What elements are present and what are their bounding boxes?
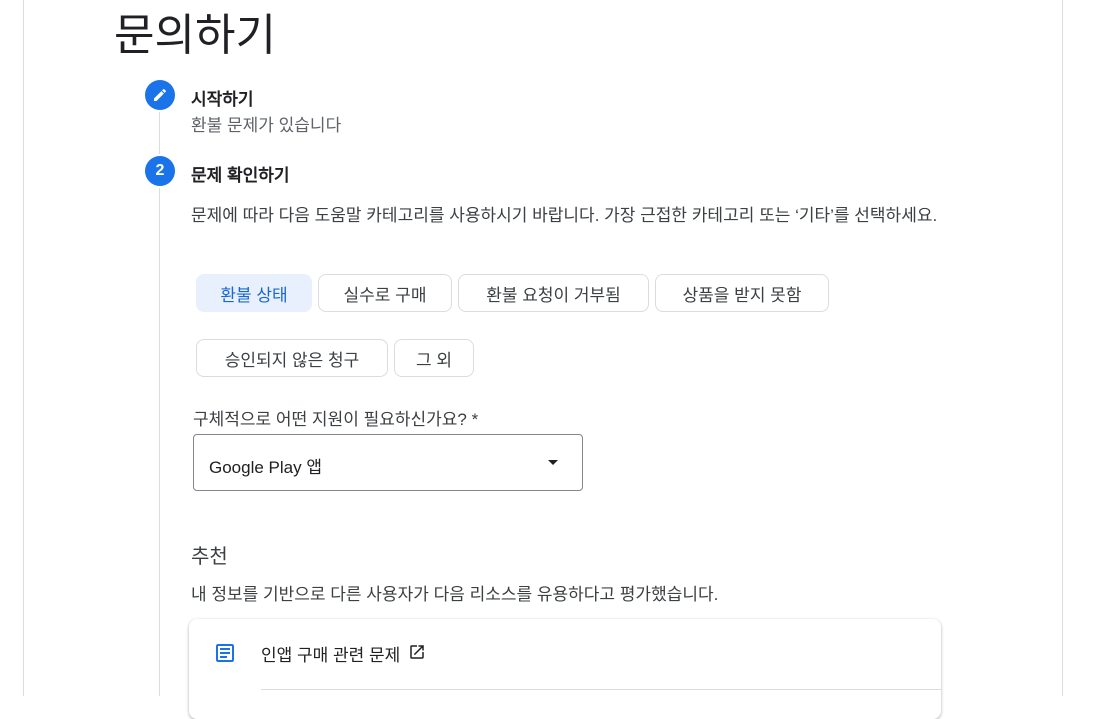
step-2-number-badge: 2 <box>145 156 175 186</box>
page-frame-left-border <box>23 0 24 696</box>
page-title: 문의하기 <box>114 11 276 60</box>
support-type-select[interactable]: Google Play 앱 <box>193 434 583 491</box>
category-chip-refund-denied[interactable]: 환불 요청이 거부됨 <box>458 274 649 312</box>
recommendation-link-in-app-purchase[interactable]: 인앱 구매 관련 문제 <box>189 619 941 689</box>
category-chip-other[interactable]: 그 외 <box>394 339 474 377</box>
support-select-value: Google Play 앱 <box>209 458 322 477</box>
recommendations-heading: 추천 <box>191 546 228 568</box>
recommendations-card: 인앱 구매 관련 문제 <box>189 619 941 719</box>
category-chip-item-not-received[interactable]: 상품을 받지 못함 <box>655 274 829 312</box>
category-chip-refund-status[interactable]: 환불 상태 <box>196 274 312 312</box>
recommendation-title: 인앱 구매 관련 문제 <box>261 646 401 665</box>
category-chip-unauthorized-charge[interactable]: 승인되지 않은 청구 <box>196 339 388 377</box>
step-1-completed-badge <box>145 80 175 110</box>
category-instructions: 문제에 따라 다음 도움말 카테고리를 사용하시기 바랍니다. 가장 근접한 카… <box>191 206 938 225</box>
pencil-icon <box>154 88 167 101</box>
page-frame-right-border <box>1062 0 1063 696</box>
recommendations-description: 내 정보를 기반으로 다른 사용자가 다음 리소스를 유용하다고 평가했습니다. <box>191 585 719 604</box>
dropdown-arrow-icon <box>548 460 558 465</box>
stepper-connector <box>159 112 160 154</box>
step-2-title: 문제 확인하기 <box>191 166 290 185</box>
support-select-label: 구체적으로 어떤 지원이 필요하신가요? * <box>193 410 479 429</box>
article-icon <box>216 644 234 662</box>
step-1-subtitle: 환불 문제가 있습니다 <box>191 116 342 135</box>
open-in-new-icon <box>410 645 424 659</box>
category-chip-accidental-purchase[interactable]: 실수로 구매 <box>318 274 452 312</box>
step-1-title[interactable]: 시작하기 <box>191 85 254 110</box>
card-divider <box>261 689 941 690</box>
stepper-connector <box>159 188 160 696</box>
